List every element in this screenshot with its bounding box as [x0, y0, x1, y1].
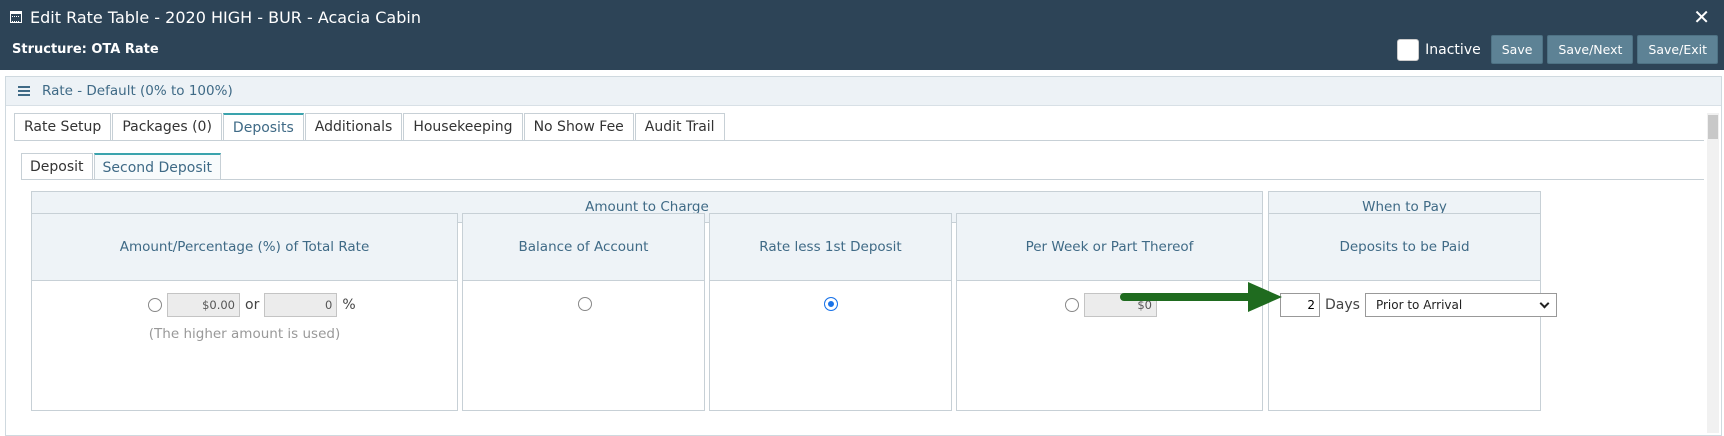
deposits-paid-column-header: Deposits to be Paid [1268, 213, 1541, 281]
deposit-subtabs: Deposit Second Deposit [21, 153, 222, 180]
subtab-deposit[interactable]: Deposit [21, 153, 93, 180]
header-actions: Inactive Save Save/Next Save/Exit [1397, 35, 1718, 64]
days-label: Days [1325, 297, 1360, 313]
or-label: or [245, 297, 260, 313]
tab-rate-setup[interactable]: Rate Setup [14, 113, 112, 140]
rate-less-radio[interactable] [824, 297, 838, 311]
percent-symbol: % [342, 297, 356, 313]
rate-less-column-header: Rate less 1st Deposit [709, 213, 952, 281]
tab-additionals[interactable]: Additionals [304, 113, 403, 140]
tab-no-show-fee[interactable]: No Show Fee [523, 113, 634, 140]
payment-timing-select[interactable]: Prior to Arrival [1364, 293, 1557, 317]
rate-less-cell [709, 281, 952, 411]
days-input[interactable]: 2 [1280, 293, 1320, 317]
per-week-radio[interactable] [1065, 298, 1079, 312]
subtab-second-deposit[interactable]: Second Deposit [93, 153, 222, 180]
calendar-icon [10, 11, 22, 23]
rate-panel: Rate - Default (0% to 100%) Rate Setup P… [5, 76, 1722, 436]
save-exit-button[interactable]: Save/Exit [1637, 35, 1718, 64]
tab-housekeeping[interactable]: Housekeeping [403, 113, 523, 140]
amount-percentage-radio[interactable] [148, 298, 162, 312]
arrow-annotation [1120, 282, 1282, 312]
save-button[interactable]: Save [1490, 35, 1544, 64]
chevron-down-icon [1539, 298, 1550, 308]
amount-input[interactable]: $0.00 [167, 293, 240, 317]
tab-audit-trail[interactable]: Audit Trail [634, 113, 725, 140]
tab-divider [14, 140, 1704, 141]
menu-icon[interactable] [18, 86, 30, 96]
dialog-title-text: Edit Rate Table - 2020 HIGH - BUR - Acac… [30, 7, 421, 27]
dialog-title: Edit Rate Table - 2020 HIGH - BUR - Acac… [10, 4, 421, 30]
percent-input[interactable]: 0 [264, 293, 338, 317]
per-week-column-header: Per Week or Part Thereof [956, 213, 1263, 281]
vertical-scrollbar[interactable] [1707, 113, 1719, 433]
inactive-label: Inactive [1425, 41, 1481, 58]
subtab-divider [21, 179, 1704, 180]
save-next-button[interactable]: Save/Next [1547, 35, 1634, 64]
balance-radio[interactable] [578, 297, 592, 311]
main-tabs: Rate Setup Packages (0) Deposits Additio… [14, 113, 726, 140]
deposits-paid-cell: 2 Days Prior to Arrival [1268, 281, 1557, 411]
balance-column-header: Balance of Account [462, 213, 705, 281]
higher-amount-note: (The higher amount is used) [148, 326, 341, 342]
panel-header[interactable]: Rate - Default (0% to 100%) [6, 77, 1721, 106]
dialog-header: Edit Rate Table - 2020 HIGH - BUR - Acac… [0, 0, 1724, 70]
amount-percentage-cell: $0.00 or 0 % (The higher amount is used) [31, 281, 458, 411]
tab-deposits[interactable]: Deposits [222, 113, 304, 140]
payment-timing-value: Prior to Arrival [1375, 298, 1463, 312]
amount-percentage-column-header: Amount/Percentage (%) of Total Rate [31, 213, 458, 281]
inactive-toggle[interactable]: Inactive [1397, 38, 1481, 61]
close-icon[interactable]: ✕ [1693, 4, 1710, 30]
structure-label: Structure: OTA Rate [12, 42, 159, 57]
inactive-checkbox[interactable] [1397, 38, 1420, 61]
tab-packages[interactable]: Packages (0) [112, 113, 222, 140]
scrollbar-thumb[interactable] [1708, 115, 1718, 139]
panel-title: Rate - Default (0% to 100%) [42, 83, 233, 99]
arrow-head [1248, 282, 1282, 312]
balance-cell [462, 281, 705, 411]
